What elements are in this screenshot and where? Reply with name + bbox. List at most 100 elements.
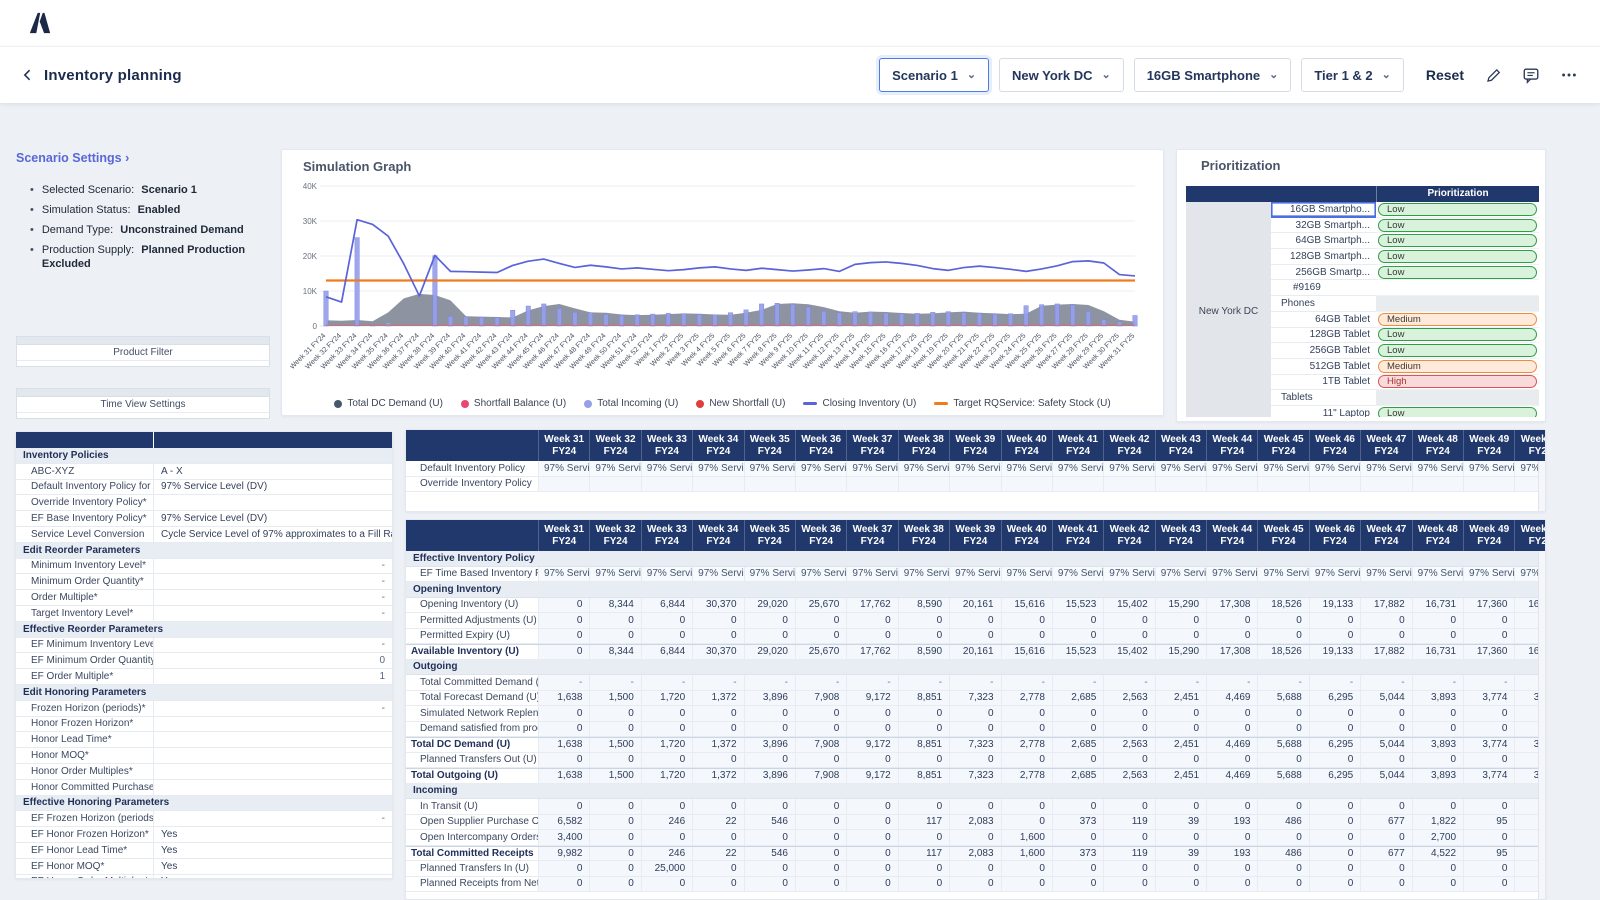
grid-cell[interactable]	[1155, 477, 1206, 492]
grid-cell[interactable]: 5,044	[1360, 691, 1411, 706]
grid-cell[interactable]: 97% Servi...	[641, 461, 692, 476]
grid-cell[interactable]: 0	[898, 861, 949, 876]
value-cell[interactable]: -	[154, 590, 392, 605]
grid-cell[interactable]: 0	[795, 722, 846, 737]
grid-cell[interactable]: 0	[1001, 877, 1052, 892]
grid-cell[interactable]: 0	[692, 753, 743, 768]
grid-cell[interactable]: 0	[1103, 706, 1154, 721]
week-column-header[interactable]: Week 43FY24	[1155, 430, 1206, 461]
grid-cell[interactable]: 1,500	[589, 769, 640, 783]
grid-cell[interactable]: 7,323	[949, 769, 1000, 783]
grid-cell[interactable]: 677	[1360, 815, 1411, 830]
grid-cell[interactable]: 7,323	[949, 738, 1000, 752]
grid-cell[interactable]: -	[1052, 675, 1103, 690]
product-cell-128gb-tablet[interactable]: 128GB Tablet	[1271, 328, 1376, 344]
grid-cell[interactable]: 0	[898, 629, 949, 644]
grid-cell[interactable]: 0	[949, 722, 1000, 737]
grid-cell[interactable]: 0	[1360, 706, 1411, 721]
back-button[interactable]	[20, 67, 36, 83]
grid-cell[interactable]: 0	[1360, 799, 1411, 814]
grid-cell[interactable]: 2,451	[1155, 691, 1206, 706]
grid-cell[interactable]: 0	[692, 861, 743, 876]
grid-cell[interactable]: 0	[1309, 877, 1360, 892]
grid-cell[interactable]: 0	[538, 861, 589, 876]
grid-cell[interactable]: 0	[1206, 706, 1257, 721]
grid-cell[interactable]: 0	[589, 706, 640, 721]
grid-cell[interactable]: 0	[795, 877, 846, 892]
grid-cell[interactable]: 0	[1463, 799, 1514, 814]
grid-cell[interactable]: 97% Servi...	[898, 461, 949, 476]
grid-cell[interactable]: 0	[744, 877, 795, 892]
grid-cell[interactable]: 97% Servi...	[1155, 567, 1206, 582]
grid-cell[interactable]: -	[589, 675, 640, 690]
grid-cell[interactable]: 7,908	[795, 769, 846, 783]
week-column-header[interactable]: Week 40FY24	[1001, 520, 1052, 551]
grid-cell[interactable]: 97% Servi...	[1257, 567, 1308, 582]
week-column-header[interactable]: Week 38FY24	[898, 430, 949, 461]
grid-cell[interactable]	[744, 477, 795, 492]
grid-cell[interactable]: 30,370	[692, 645, 743, 659]
priority-cell[interactable]: Low	[1376, 233, 1539, 249]
grid-cell[interactable]: 0	[795, 753, 846, 768]
grid-cell[interactable]: 0	[1257, 753, 1308, 768]
grid-cell[interactable]: 15,402	[1103, 645, 1154, 659]
grid-cell[interactable]: 25,670	[795, 645, 846, 659]
grid-cell[interactable]: 3,400	[538, 830, 589, 845]
grid-cell[interactable]: 1,600	[1001, 830, 1052, 845]
grid-cell[interactable]: 19,133	[1309, 598, 1360, 613]
grid-cell[interactable]: 0	[1463, 753, 1514, 768]
grid-cell[interactable]	[1257, 477, 1308, 492]
grid-cell[interactable]: 0	[1257, 877, 1308, 892]
value-cell[interactable]: Yes	[154, 859, 392, 874]
grid-cell[interactable]: 7,323	[949, 691, 1000, 706]
grid-cell[interactable]: 0	[1103, 861, 1154, 876]
week-column-header[interactable]: Week 45FY24	[1257, 520, 1308, 551]
grid-cell[interactable]: 0	[1155, 830, 1206, 845]
grid-cell[interactable]	[795, 477, 846, 492]
grid-cell[interactable]: 0	[1309, 722, 1360, 737]
grid-cell[interactable]: 0	[538, 645, 589, 659]
grid-cell[interactable]: 0	[1360, 830, 1411, 845]
priority-cell[interactable]: Low	[1376, 328, 1539, 344]
grid-cell[interactable]: 0	[744, 830, 795, 845]
grid-cell[interactable]: 1,372	[692, 691, 743, 706]
grid-cell[interactable]: 0	[1412, 877, 1463, 892]
value-cell[interactable]	[154, 495, 392, 510]
comment-icon[interactable]	[1520, 64, 1542, 86]
grid-cell[interactable]: -	[692, 675, 743, 690]
product-cell-phones[interactable]: Phones	[1271, 296, 1376, 312]
priority-cell[interactable]	[1376, 280, 1539, 296]
grid-cell[interactable]: 97% Servi...	[898, 567, 949, 582]
grid-cell[interactable]: 0	[1155, 706, 1206, 721]
grid-cell[interactable]: 0	[589, 799, 640, 814]
grid-cell[interactable]: 30,370	[692, 598, 743, 613]
value-cell[interactable]: Cycle Service Level of 97% approximates …	[154, 527, 392, 542]
grid-cell[interactable]: 0	[641, 722, 692, 737]
grid-cell[interactable]: 0	[1412, 613, 1463, 628]
grid-cell[interactable]: 0	[1052, 706, 1103, 721]
grid-cell[interactable]: 0	[1001, 722, 1052, 737]
grid-cell[interactable]: 0	[641, 706, 692, 721]
grid-cell[interactable]: 20,161	[949, 645, 1000, 659]
week-column-header[interactable]: Week 34FY24	[692, 430, 743, 461]
grid-cell[interactable]: 0	[589, 861, 640, 876]
grid-cell[interactable]: 25,670	[795, 598, 846, 613]
product-cell-9169[interactable]: #9169	[1271, 280, 1376, 296]
week-column-header[interactable]: Week 49FY24	[1463, 430, 1514, 461]
grid-cell[interactable]: 97% Servi...	[1052, 461, 1103, 476]
grid-cell[interactable]: 3,893	[1412, 738, 1463, 752]
grid-cell[interactable]: 3,896	[744, 738, 795, 752]
grid-cell[interactable]: 0	[898, 753, 949, 768]
grid-cell[interactable]: -	[641, 675, 692, 690]
grid-cell[interactable]: 1,720	[641, 769, 692, 783]
grid-cell[interactable]: 0	[589, 722, 640, 737]
grid-cell[interactable]: 9,172	[846, 769, 897, 783]
grid-cell[interactable]: 97% Servi...	[949, 461, 1000, 476]
week-column-header[interactable]: Week 35FY24	[744, 430, 795, 461]
grid-cell[interactable]: 486	[1257, 815, 1308, 830]
grid-cell[interactable]: 0	[1309, 629, 1360, 644]
grid-cell[interactable]: 8,851	[898, 691, 949, 706]
grid-cell[interactable]: 0	[1257, 799, 1308, 814]
value-cell[interactable]: -	[154, 701, 392, 716]
grid-cell[interactable]: 8,851	[898, 769, 949, 783]
